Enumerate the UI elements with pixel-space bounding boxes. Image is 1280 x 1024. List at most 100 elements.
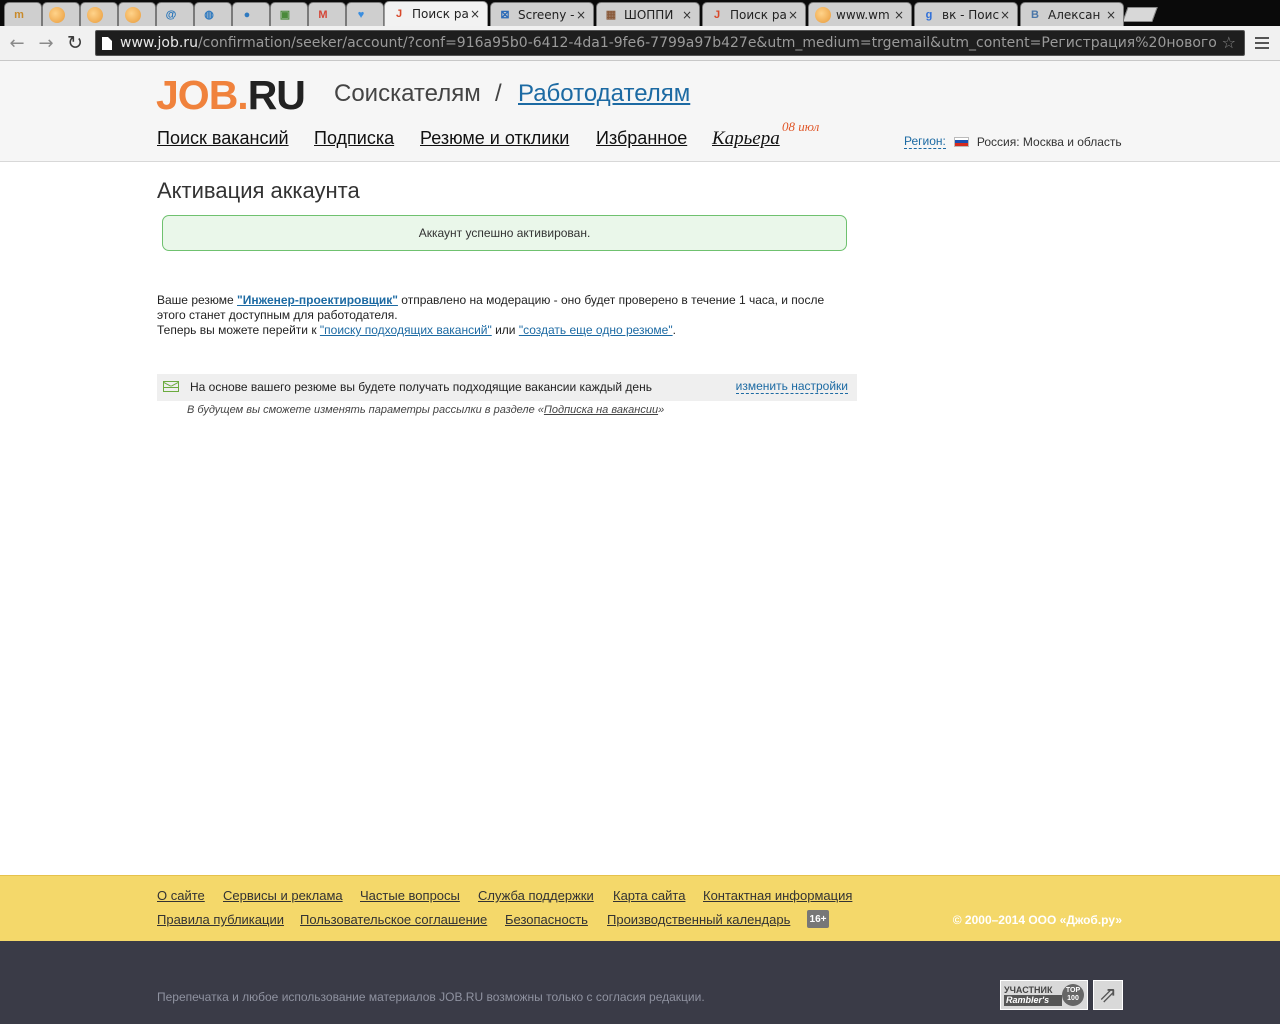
info-prefix: Ваше резюме [157,293,238,307]
footer-faq[interactable]: Частые вопросы [360,888,460,903]
close-tab-icon[interactable]: × [999,8,1011,22]
browser-tab[interactable] [80,2,118,26]
subscription-text: На основе вашего резюме вы будете получа… [190,380,652,394]
browser-tab[interactable]: ▣ [270,2,308,26]
address-bar[interactable]: www.job.ru/confirmation/seeker/account/?… [95,30,1245,56]
tab-title: Screeny - [518,7,575,22]
globe-icon: ◍ [204,9,214,21]
nav-career[interactable]: Карьера [712,128,780,150]
site-header: JOB.RU Соискателям / Работодателям Поиск… [0,61,1280,162]
nav-job-search[interactable]: Поиск вакансий [157,128,289,149]
resume-link[interactable]: "Инженер-проектировщик" [237,293,398,307]
new-tab-button[interactable] [1122,7,1158,22]
bookmark-star-icon[interactable]: ☆ [1222,33,1236,52]
browser-tab[interactable]: ♥ [346,2,384,26]
subscription-vacancies-link[interactable]: Подписка на вакансии [544,404,658,416]
browser-tab[interactable] [118,2,156,26]
change-settings-link[interactable]: изменить настройки [735,380,848,394]
browser-tab-bar: m @ ◍ ● ▣ M ♥ J Поиск ра × ⊠ Screeny - × ▦ ШОППИ × J Поис… [0,0,1280,26]
close-tab-icon[interactable]: × [893,8,905,22]
footer-security[interactable]: Безопасность [505,912,588,927]
browser-tab[interactable]: g вк - Поис × [914,2,1018,26]
orange-sphere-icon [49,6,65,23]
browser-tab[interactable]: m [4,2,42,26]
subscription-note: В будущем вы сможете изменять параметры … [187,404,664,416]
close-tab-icon[interactable]: × [681,8,693,22]
heart-icon: ♥ [357,8,365,21]
browser-tab[interactable]: J Поиск ра × [702,2,806,26]
footer-contacts[interactable]: Контактная информация [703,888,852,903]
region-value: Россия: Москва и область [976,134,1122,149]
back-arrow-icon[interactable]: ← [6,32,28,54]
close-tab-icon[interactable]: × [469,7,481,21]
footer-services[interactable]: Сервисы и реклама [223,888,343,903]
orange-sphere-icon [125,6,141,23]
orange-sphere-icon [87,6,103,23]
screeny-icon: ⊠ [500,9,510,21]
or-text: или [491,323,519,337]
pin-icon: ● [243,8,251,21]
footer-sitemap[interactable]: Карта сайта [613,888,685,903]
reprint-notice: Перепечатка и любое использование матери… [157,990,705,1004]
at-sign-icon: @ [165,8,177,21]
resume-info-text: Ваше резюме "Инженер-проектировщик" отпр… [157,293,847,338]
tab-title: ШОППИ [624,7,674,22]
footer-support[interactable]: Служба поддержки [478,888,594,903]
info-dot: . [672,323,676,337]
job-ru-logo[interactable]: JOB.RU [156,75,306,116]
rambler-line2: Rambler's [1004,994,1062,1006]
browser-tab[interactable]: @ [156,2,194,26]
browser-tab[interactable]: www.wm × [808,2,912,26]
subscription-box: На основе вашего резюме вы будете получа… [157,374,857,401]
page-icon [102,36,112,50]
browser-tab[interactable]: J Поиск ра × [384,1,488,26]
close-tab-icon[interactable]: × [787,8,799,22]
footer-user-agreement[interactable]: Пользовательское соглашение [300,912,487,927]
russia-flag-icon [953,136,969,147]
url-text[interactable]: www.job.ru/confirmation/seeker/account/?… [120,35,1217,51]
browser-toolbar: ← → ↻ www.job.ru/confirmation/seeker/acc… [0,26,1280,61]
footer-links: О сайте Сервисы и реклама Частые вопросы… [0,875,1280,941]
forward-arrow-icon[interactable]: → [35,32,57,54]
browser-tab[interactable]: ▦ ШОППИ × [596,2,700,26]
gmail-icon: M [318,8,328,21]
nav-subscription[interactable]: Подписка [314,128,394,149]
browser-tab[interactable]: ◍ [194,2,232,26]
search-vacancies-link[interactable]: "поиску подходящих вакансий" [320,323,492,337]
browser-tab[interactable]: ● [232,2,270,26]
close-tab-icon[interactable]: × [1105,8,1117,22]
browser-tab[interactable]: B Алексан × [1020,2,1124,26]
rambler-top100-badge[interactable]: УЧАСТНИК Rambler's TOP 100 [1000,980,1088,1010]
photo-icon: ▦ [605,9,617,21]
tab-title: Алексан [1048,7,1101,22]
info-line2-prefix: Теперь вы можете перейти к [157,323,320,337]
footer-about[interactable]: О сайте [157,888,205,903]
note-suffix: » [658,404,665,416]
create-resume-link[interactable]: "создать еще одно резюме" [519,323,673,337]
browser-tab[interactable]: ⊠ Screeny - × [490,2,594,26]
employers-link[interactable]: Работодателям [518,80,690,108]
success-message: Аккаунт успешно активирован. [418,226,591,240]
browser-tab[interactable] [42,2,80,26]
note-prefix: В будущем вы сможете изменять параметры … [187,404,544,416]
reload-icon[interactable]: ↻ [64,32,86,54]
browser-tab[interactable]: M [308,2,346,26]
footer-publication-rules[interactable]: Правила публикации [157,912,284,927]
tab-title: Поиск ра [730,7,787,22]
success-message-box: Аккаунт успешно активирован. [162,215,847,251]
region-label[interactable]: Регион: [904,134,946,149]
nav-favorites[interactable]: Избранное [596,128,687,149]
external-arrow-icon[interactable]: ⇗ [1093,980,1123,1010]
footer-calendar[interactable]: Производственный календарь [607,912,790,927]
nav-resumes-responses[interactable]: Резюме и отклики [420,128,569,149]
footer-bottom: Перепечатка и любое использование матери… [0,941,1280,1024]
age-rating-badge: 16+ [807,910,829,928]
browser-menu-icon[interactable] [1252,33,1272,53]
top100-circle: TOP 100 [1062,984,1084,1006]
copyright: © 2000–2014 ООО «Джоб.ру» [952,913,1122,927]
page-title: Активация аккаунта [157,178,360,203]
seekers-section-label: Соискателям [334,80,481,107]
vk-icon: B [1031,8,1039,21]
close-tab-icon[interactable]: × [575,8,587,22]
m-favicon-icon: m [14,8,24,21]
